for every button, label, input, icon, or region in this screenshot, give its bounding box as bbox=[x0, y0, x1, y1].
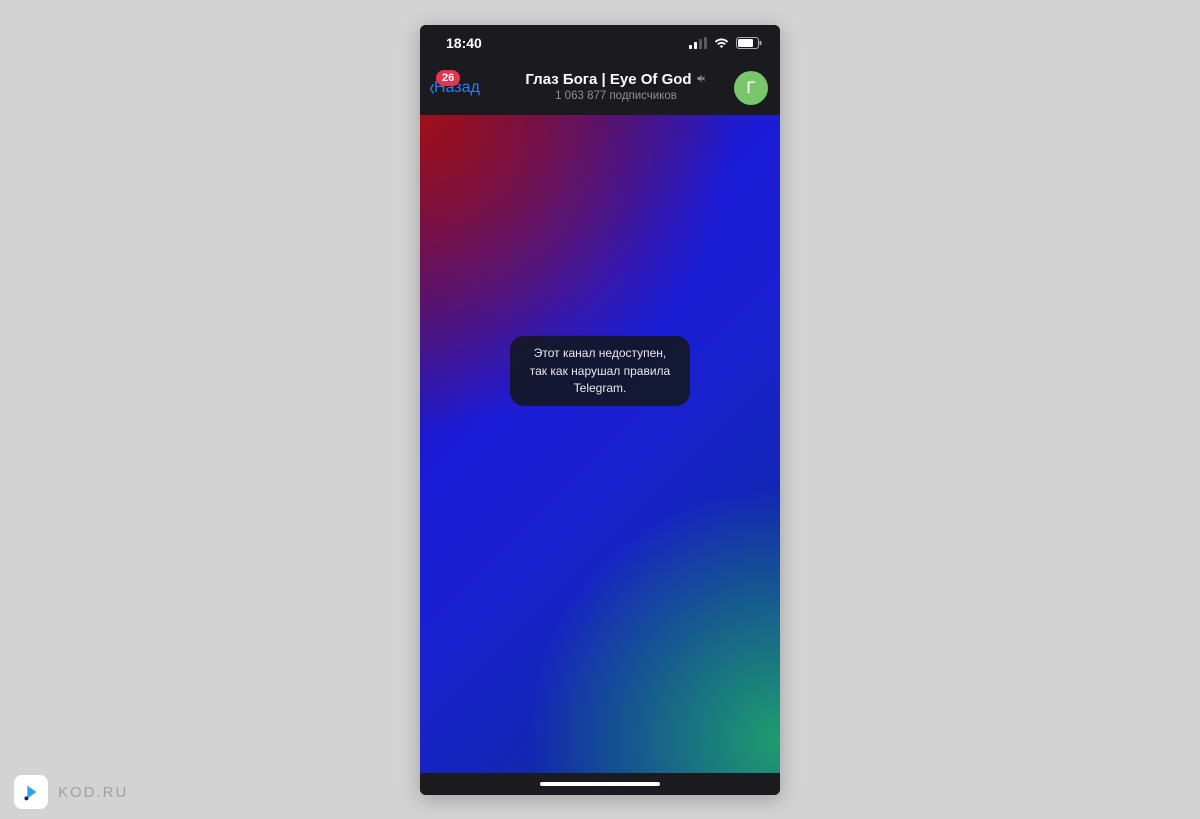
back-button[interactable]: ‹ Назад 26 bbox=[428, 76, 498, 100]
cellular-icon bbox=[689, 37, 707, 49]
channel-avatar[interactable]: Г bbox=[734, 71, 768, 105]
channel-unavailable-message: Этот канал недоступен, так как нарушал п… bbox=[510, 336, 690, 406]
status-bar: 18:40 bbox=[420, 25, 780, 61]
channel-title-block[interactable]: Глаз Бога | Eye Of God 1 063 877 подписч… bbox=[498, 71, 734, 104]
wifi-icon bbox=[713, 37, 730, 49]
chevron-left-icon: ‹ bbox=[429, 76, 435, 100]
phone-frame: 18:40 bbox=[420, 25, 780, 795]
status-time: 18:40 bbox=[446, 35, 482, 51]
nav-bar: ‹ Назад 26 Глаз Бога | Eye Of God 1 063 … bbox=[420, 61, 780, 115]
kod-logo-icon bbox=[14, 775, 48, 809]
home-indicator[interactable] bbox=[540, 782, 660, 786]
battery-icon bbox=[736, 37, 762, 49]
source-watermark: KOD.RU bbox=[14, 775, 128, 809]
chat-background: Этот канал недоступен, так как нарушал п… bbox=[420, 115, 780, 773]
unavailable-text: Этот канал недоступен, так как нарушал п… bbox=[530, 346, 670, 395]
muted-icon bbox=[696, 73, 707, 88]
avatar-letter: Г bbox=[746, 78, 755, 98]
unread-badge: 26 bbox=[436, 70, 460, 86]
home-indicator-area bbox=[420, 773, 780, 795]
channel-subtitle: 1 063 877 подписчиков bbox=[555, 90, 677, 104]
status-icons bbox=[689, 37, 762, 49]
watermark-label: KOD.RU bbox=[58, 784, 128, 801]
channel-title: Глаз Бога | Eye Of God bbox=[525, 71, 691, 89]
